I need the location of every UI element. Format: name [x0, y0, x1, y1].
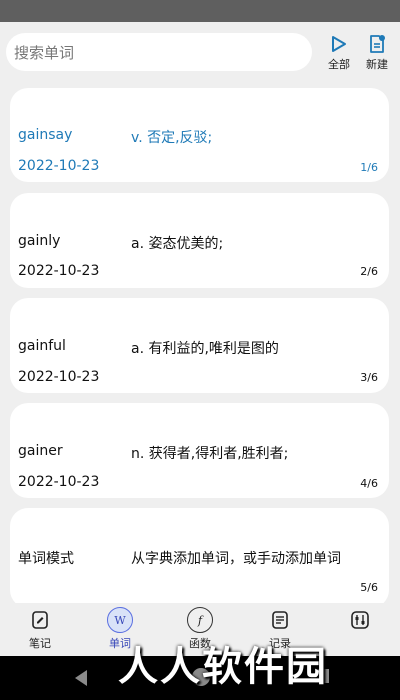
note-icon — [27, 607, 53, 633]
svg-text:W: W — [114, 614, 126, 627]
card-date: 2022-10-23 — [18, 263, 100, 279]
watermark: 人人软件园 — [118, 644, 328, 690]
settings-sliders-icon — [347, 607, 373, 633]
show-all-button[interactable]: 全部 — [323, 33, 355, 73]
new-document-icon — [366, 33, 388, 55]
show-all-label: 全部 — [328, 58, 350, 71]
back-icon[interactable] — [75, 670, 87, 686]
card-meaning: 从字典添加单词，或手动添加单词 — [131, 551, 341, 567]
tab-settings[interactable] — [330, 607, 390, 633]
card-date: 2022-10-23 — [18, 369, 100, 385]
word-card[interactable]: gainly a. 姿态优美的; 2022-10-23 2/6 — [10, 193, 389, 288]
svg-text:f: f — [197, 614, 204, 627]
search-placeholder: 搜索单词 — [14, 43, 75, 62]
word-card[interactable]: gainful a. 有利益的,唯利是图的 2022-10-23 3/6 — [10, 298, 389, 393]
search-input[interactable]: 搜索单词 — [6, 33, 312, 71]
record-icon — [267, 607, 293, 633]
card-meaning: v. 否定,反驳; — [131, 130, 213, 146]
card-date: 2022-10-23 — [18, 474, 100, 490]
card-meaning: a. 有利益的,唯利是图的 — [131, 341, 279, 357]
card-word: gainly — [18, 233, 61, 249]
card-index: 5/6 — [360, 581, 378, 594]
card-index: 1/6 — [360, 161, 378, 174]
card-meaning: a. 姿态优美的; — [131, 236, 224, 252]
word-card[interactable]: gainsay v. 否定,反驳; 2022-10-23 1/6 — [10, 88, 389, 182]
card-index: 4/6 — [360, 477, 378, 490]
function-icon: f — [187, 607, 213, 633]
card-word: gainsay — [18, 127, 73, 143]
card-meaning: n. 获得者,得利者,胜利者; — [131, 446, 289, 462]
new-label: 新建 — [366, 58, 388, 71]
word-card[interactable]: gainer n. 获得者,得利者,胜利者; 2022-10-23 4/6 — [10, 403, 389, 498]
card-index: 2/6 — [360, 265, 378, 278]
play-icon — [328, 33, 350, 55]
status-bar — [0, 0, 400, 22]
tab-notes-label: 笔记 — [29, 637, 51, 650]
tab-notes[interactable]: 笔记 — [10, 607, 70, 651]
card-word: gainful — [18, 338, 66, 354]
new-button[interactable]: 新建 — [361, 33, 393, 73]
card-word: gainer — [18, 443, 63, 459]
card-date: 2022-10-23 — [18, 158, 100, 174]
card-word: 单词模式 — [18, 551, 74, 567]
card-index: 3/6 — [360, 371, 378, 384]
word-card[interactable]: 单词模式 从字典添加单词，或手动添加单词 5/6 — [10, 508, 389, 608]
word-icon: W — [107, 607, 133, 633]
